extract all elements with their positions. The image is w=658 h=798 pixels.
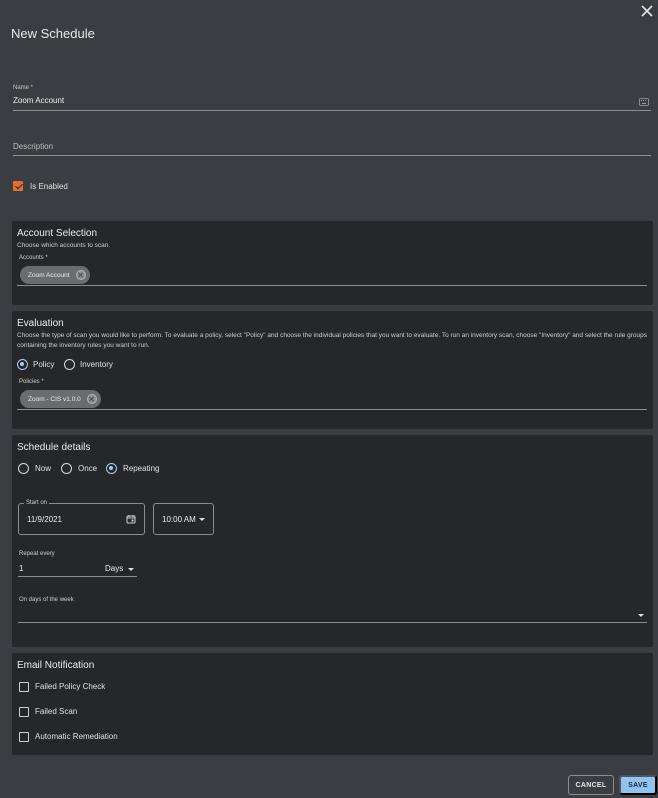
failed-scan-label: Failed Scan bbox=[35, 707, 78, 716]
radio-repeating-label: Repeating bbox=[123, 464, 160, 473]
description-placeholder: Description bbox=[13, 142, 54, 151]
keyboard-icon bbox=[639, 98, 649, 106]
start-on-label: Start on bbox=[24, 500, 50, 506]
close-icon[interactable] bbox=[640, 4, 654, 18]
repeat-every-field[interactable]: 1 Days bbox=[18, 561, 137, 577]
account-selection-panel: Account Selection Choose which accounts … bbox=[12, 221, 653, 305]
email-notification-title: Email Notification bbox=[17, 660, 95, 671]
schedule-details-panel: Schedule details Now Once Repeating 11/9… bbox=[12, 435, 653, 647]
chevron-down-icon bbox=[128, 568, 134, 571]
start-time-select[interactable]: 10:00 AM bbox=[153, 503, 214, 535]
email-notification-panel: Email Notification Failed Policy Check F… bbox=[12, 653, 653, 755]
schedule-details-title: Schedule details bbox=[17, 442, 91, 453]
chip-remove-icon[interactable] bbox=[86, 394, 97, 404]
name-field-value: Zoom Account bbox=[13, 96, 65, 105]
radio-inventory[interactable] bbox=[64, 359, 75, 370]
name-field[interactable]: Name * Zoom Account bbox=[13, 85, 651, 111]
is-enabled-label: Is Enabled bbox=[30, 182, 68, 191]
account-chip-label: Zoom Account bbox=[28, 271, 70, 279]
automatic-remediation-label: Automatic Remediation bbox=[35, 732, 118, 741]
description-field[interactable]: Description bbox=[13, 138, 651, 156]
radio-inventory-label: Inventory bbox=[80, 360, 113, 369]
radio-policy-label: Policy bbox=[33, 360, 55, 369]
evaluation-title: Evaluation bbox=[17, 318, 64, 329]
repeat-unit-value[interactable]: Days bbox=[105, 564, 123, 573]
radio-policy[interactable] bbox=[17, 359, 28, 370]
start-time-value: 10:00 AM bbox=[162, 515, 196, 524]
days-of-week-label: On days of the week bbox=[19, 597, 74, 603]
start-date-value: 11/9/2021 bbox=[27, 515, 62, 524]
chevron-down-icon bbox=[638, 614, 644, 617]
is-enabled-checkbox[interactable] bbox=[13, 181, 23, 191]
radio-now[interactable] bbox=[18, 463, 29, 474]
calendar-icon[interactable] bbox=[126, 514, 136, 524]
policies-label: Policies * bbox=[19, 379, 44, 385]
radio-now-label: Now bbox=[35, 464, 52, 473]
failed-policy-check-checkbox[interactable] bbox=[19, 682, 29, 692]
account-selection-subtitle: Choose which accounts to scan. bbox=[17, 242, 111, 249]
radio-repeating[interactable] bbox=[106, 463, 117, 474]
repeat-every-label: Repeat every bbox=[19, 551, 55, 557]
failed-scan-checkbox[interactable] bbox=[19, 707, 29, 717]
account-chip[interactable]: Zoom Account bbox=[20, 266, 90, 284]
account-selection-title: Account Selection bbox=[17, 228, 98, 239]
start-date-field[interactable]: 11/9/2021 bbox=[18, 503, 145, 535]
policies-underline bbox=[17, 409, 647, 410]
save-button[interactable]: SAVE bbox=[619, 775, 657, 795]
policy-chip[interactable]: Zoom - CIS v1.0.0 bbox=[20, 390, 101, 408]
chip-remove-icon[interactable] bbox=[75, 270, 86, 280]
accounts-underline bbox=[17, 285, 647, 286]
evaluation-description: Choose the type of scan you would like t… bbox=[17, 332, 647, 349]
chevron-down-icon bbox=[199, 518, 205, 521]
policy-chip-label: Zoom - CIS v1.0.0 bbox=[28, 395, 81, 403]
name-field-label: Name * bbox=[13, 85, 34, 91]
failed-policy-check-label: Failed Policy Check bbox=[35, 682, 106, 691]
repeat-every-value: 1 bbox=[19, 564, 24, 573]
dialog-title: New Schedule bbox=[11, 26, 95, 41]
days-of-week-select[interactable] bbox=[18, 607, 647, 623]
cancel-button[interactable]: CANCEL bbox=[568, 775, 614, 795]
automatic-remediation-checkbox[interactable] bbox=[19, 732, 29, 742]
radio-once-label: Once bbox=[78, 464, 98, 473]
accounts-label: Accounts * bbox=[19, 255, 48, 261]
evaluation-panel: Evaluation Choose the type of scan you w… bbox=[12, 311, 653, 429]
radio-once[interactable] bbox=[61, 463, 72, 474]
